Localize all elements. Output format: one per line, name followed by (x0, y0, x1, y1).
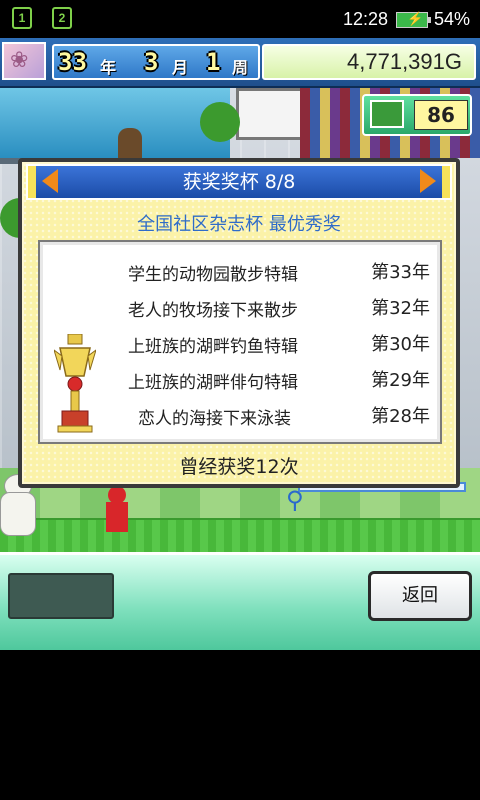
year-unit: 年 (100, 58, 117, 77)
cherry-blossom-icon[interactable]: ❀ (2, 42, 46, 80)
award-row: 恋人的海接下来泳装 第28年 (110, 400, 440, 430)
money-display: 4,771,391G (262, 44, 476, 80)
award-year: 第30年 (371, 334, 430, 355)
game-hud: ❀ 33 年 3 月 1 周 4,771,391G (0, 38, 480, 88)
trophy-icon (54, 334, 96, 433)
potted-plant (200, 102, 240, 142)
research-points-value: 86 (414, 100, 468, 130)
previous-arrow-icon[interactable] (42, 169, 58, 193)
game-date: 33 年 3 月 1 周 (52, 44, 260, 80)
award-year: 第28年 (371, 406, 430, 427)
battery-icon: ⚡ (396, 11, 431, 28)
award-title: 学生的动物园散步特辑 (128, 265, 298, 285)
award-trophy-dialog: 获奖奖杯 8/8 全国社区杂志杯 最优秀奖 学生的动物园散步特辑 第33年 老人… (18, 158, 460, 488)
bottom-control-panel: 返回 (0, 552, 480, 653)
month-unit: 月 (172, 58, 189, 77)
award-title: 上班族的湖畔钓鱼特辑 (128, 337, 298, 357)
award-count: 曾经获奖12次 (179, 456, 299, 478)
dialog-title: 获奖奖杯 8/8 (182, 171, 296, 193)
status-bar: 1 2 12:28 ⚡ 54% (0, 0, 480, 38)
award-row: 上班族的湖畔钓鱼特辑 第30年 (110, 328, 440, 358)
week-unit: 周 (232, 58, 249, 77)
month-value: 3 (144, 48, 159, 76)
award-title: 老人的牧场接下来散步 (128, 301, 298, 321)
wrench-icon: ⚲ (286, 486, 304, 514)
next-arrow-icon[interactable] (420, 169, 436, 193)
notification-icon: 1 (12, 7, 32, 29)
dialog-header: 获奖奖杯 8/8 (26, 164, 452, 200)
award-year: 第29年 (371, 370, 430, 391)
empty-slot (8, 573, 114, 619)
award-title: 上班族的湖畔俳句特辑 (128, 373, 298, 393)
week-value: 1 (206, 48, 221, 76)
award-row: 学生的动物园散步特辑 第33年 (110, 256, 440, 286)
ninja-character (104, 486, 130, 536)
year-value: 33 (58, 48, 87, 76)
award-year: 第33年 (371, 262, 430, 283)
grass-strip (0, 518, 480, 552)
award-row: 上班族的湖畔俳句特辑 第29年 (110, 364, 440, 394)
award-list: 学生的动物园散步特辑 第33年 老人的牧场接下来散步 第32年 上班族的湖畔钓鱼… (38, 240, 442, 444)
notification-icon: 2 (52, 7, 72, 29)
award-title: 恋人的海接下来泳装 (138, 409, 291, 429)
back-button[interactable]: 返回 (368, 571, 472, 621)
aquarium (0, 88, 230, 164)
research-points-badge[interactable]: 86 (362, 94, 472, 136)
award-name: 全国社区杂志杯 最优秀奖 (137, 214, 341, 235)
battery-percent: 54% (434, 9, 471, 29)
status-time: 12:28 (343, 9, 389, 29)
screen-blank-area (0, 650, 480, 800)
book-icon (370, 100, 404, 128)
award-year: 第32年 (371, 298, 430, 319)
award-row: 老人的牧场接下来散步 第32年 (110, 292, 440, 322)
